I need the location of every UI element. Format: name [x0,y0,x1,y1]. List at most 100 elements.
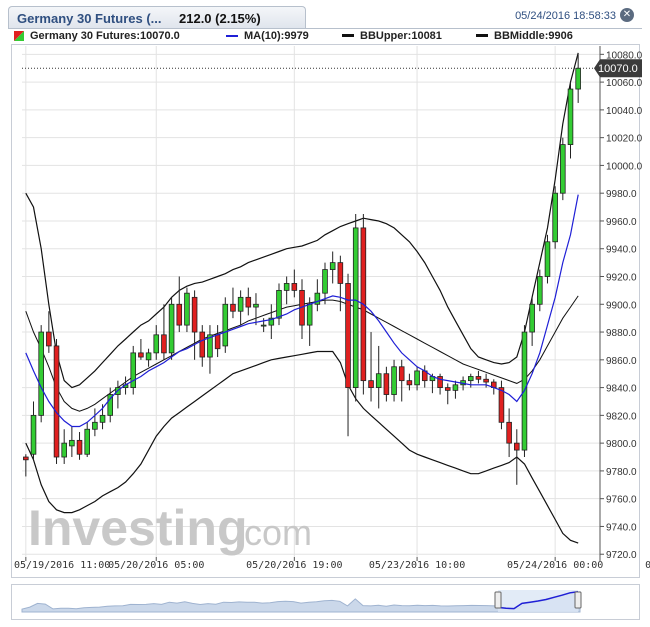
candle [437,373,443,395]
x-tick-label: 05/24/2016 00:00 [507,560,603,571]
candle-body [92,421,98,430]
y-tick-label: 10020.0 [606,134,643,145]
navigator-overview [21,590,582,613]
candle-body [352,227,359,388]
candle-body [398,366,405,382]
candle [84,422,90,458]
candle [299,279,305,339]
candle-body [153,334,160,354]
price-chart[interactable]: Investing .com 10080.010060.010040.01002… [0,0,650,627]
candle-body [467,376,474,382]
candle [291,269,298,298]
candle-body [30,414,37,455]
candle-body [46,331,52,347]
candle-body [276,289,282,319]
candle-body [537,276,543,305]
candle-body [199,331,206,358]
y-tick-label: 9860.0 [606,356,637,367]
candle-body [498,387,505,423]
candle [352,214,359,402]
candle-body [567,88,574,145]
candle [337,255,344,312]
candle-body [38,331,44,416]
candle-body [76,439,83,455]
candle [130,345,137,395]
x-axis: 05/19/2016 11:0005/20/2016 05:00 05/20/20… [14,557,650,571]
candle [314,279,321,312]
candle [76,432,83,460]
y-tick-label: 10040.0 [606,106,643,117]
candle-body [176,303,183,326]
candle [375,345,382,409]
navigator-handle [494,591,502,609]
candle-body [230,303,236,312]
candle-body [544,241,551,277]
y-tick-label: 9740.0 [606,522,637,533]
y-tick-label: 9800.0 [606,439,637,450]
candle [214,325,221,358]
candle [329,251,336,284]
candle [368,332,374,402]
candle [176,276,183,333]
y-tick-label: 9780.0 [606,467,637,478]
candle-body [322,269,328,294]
candle-body [145,352,152,361]
candle-body [406,380,413,386]
candle [567,82,574,159]
candle [529,297,535,346]
candle-body [61,442,67,458]
candle [444,383,451,405]
candle [92,408,98,437]
candle [30,401,37,460]
candle-body [483,378,489,383]
candle-body [514,442,520,451]
candle-body [368,380,374,388]
candle-body [329,262,336,270]
candle-body [375,373,382,388]
candlesticks [23,54,581,485]
candle-body [452,384,459,391]
candle-body [506,421,512,444]
last-price-value: 10070.0 [598,63,638,75]
y-tick-label: 9960.0 [606,217,637,228]
candle [421,365,428,388]
candle-body [560,144,566,194]
y-tick-label: 9920.0 [606,273,637,284]
y-axis: 10080.010060.010040.010020.010000.09980.… [599,46,643,561]
y-tick-label: 10000.0 [606,161,643,172]
candle-body [291,283,298,291]
navigator-handle [574,591,582,609]
x-tick-label: 05/23/2016 10:00 [369,560,465,571]
y-tick-label: 9840.0 [606,384,637,395]
candle [61,429,67,464]
candle-body [383,373,390,395]
y-tick-label: 9940.0 [606,245,637,256]
candle [383,366,390,402]
candle-body [84,428,90,455]
candle [230,287,236,319]
candle-body [161,334,167,354]
candle [115,380,121,409]
candle [560,137,566,201]
candle-body [529,303,535,333]
candle-body [23,456,29,461]
candle-body [575,67,581,90]
last-price-tag: 10070.0 [22,59,642,78]
candle [237,290,244,326]
candle-body [184,292,190,326]
candle-body [130,352,137,388]
x-tick-label: 05/20/2016 19:00 [246,560,342,571]
candle [253,293,259,326]
candle-body [414,370,420,386]
y-tick-label: 9820.0 [606,411,637,422]
candle-body [306,303,313,326]
candle [498,380,505,430]
x-tick-label: 05/24/2016 18:00 [645,560,650,571]
investing-watermark: Investing .com [28,500,312,556]
y-tick-label: 9720.0 [606,550,637,561]
candle-body [214,334,221,350]
candle-body [222,303,229,347]
candle-body [53,345,60,458]
candle-body [191,296,198,333]
candle-body [552,192,558,243]
